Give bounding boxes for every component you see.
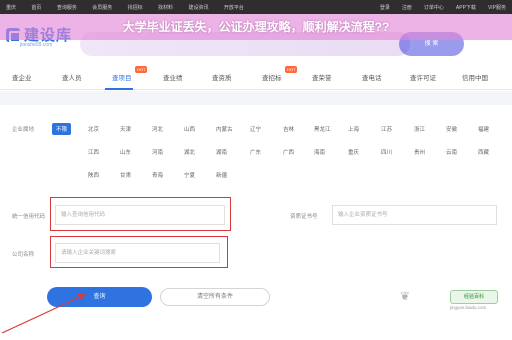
topbar-link[interactable]: 找招标 <box>128 5 143 11</box>
cert-number-label: 资质证书号 <box>290 214 318 220</box>
register-link[interactable]: 注册 <box>402 4 412 11</box>
logo-subtitle: jianshe99.com <box>20 42 53 48</box>
main-nav: 查企业 查人员 查项目 HOT 查业绩 查资质 查招标 HOT 查荣誉 查电话 … <box>0 62 512 90</box>
tab-performance[interactable]: 查业绩 <box>163 72 183 82</box>
region-option[interactable]: 新疆 <box>216 171 227 179</box>
region-option[interactable]: 湖南 <box>216 148 227 156</box>
baidu-paw-icon: ❦ <box>400 289 411 303</box>
tab-people[interactable]: 查人员 <box>62 72 82 82</box>
watermark-url: jingyan.baidu.com <box>450 305 487 310</box>
cert-number-input[interactable]: 输入企业资质证书号 <box>332 205 497 225</box>
region-option[interactable]: 四川 <box>381 148 392 156</box>
company-name-label: 公司名称 <box>12 252 35 258</box>
region-option[interactable]: 云南 <box>446 148 457 156</box>
region-label: 企业属地 <box>12 127 35 133</box>
search-submit-button[interactable]: 查询 <box>47 287 152 307</box>
clear-filters-button[interactable]: 清空所有条件 <box>160 288 270 306</box>
top-bar-left: 重庆 首页 查询服务 会员服务 找招标 找材料 建设资讯 开放平台 <box>6 4 258 11</box>
tab-license[interactable]: 查许可证 <box>410 72 436 82</box>
region-option[interactable]: 重庆 <box>348 148 359 156</box>
region-option[interactable]: 福建 <box>478 125 489 133</box>
overlay-title: 大学毕业证丢失，公证办理攻略，顺利解决流程?? <box>122 20 390 34</box>
top-bar-right: 登录 注册 订单中心 APP下载 VIP服务 <box>368 0 506 14</box>
top-bar: 重庆 首页 查询服务 会员服务 找招标 找材料 建设资讯 开放平台 登录 注册 … <box>0 0 512 14</box>
hot-badge: HOT <box>135 66 148 73</box>
tab-honor[interactable]: 查荣誉 <box>312 72 332 82</box>
region-option[interactable]: 辽宁 <box>250 125 261 133</box>
region-option[interactable]: 江苏 <box>381 125 392 133</box>
highlight-box <box>50 197 231 231</box>
hot-badge: HOT <box>285 66 298 73</box>
app-download-link[interactable]: APP下载 <box>456 4 476 11</box>
region-option[interactable]: 西藏 <box>478 148 489 156</box>
topbar-link[interactable]: 会员服务 <box>92 5 112 11</box>
region-option[interactable]: 天津 <box>120 125 131 133</box>
region-option[interactable]: 安徽 <box>446 125 457 133</box>
tab-credit-china[interactable]: 信用中国 <box>462 72 488 82</box>
region-option[interactable]: 河南 <box>152 148 163 156</box>
region-option[interactable]: 广西 <box>283 148 294 156</box>
highlight-box <box>50 236 228 268</box>
region-option[interactable]: 湖北 <box>184 148 195 156</box>
topbar-link[interactable]: 首页 <box>31 5 41 11</box>
region-option[interactable]: 海南 <box>314 148 325 156</box>
region-option[interactable]: 内蒙古 <box>216 125 233 133</box>
watermark: ❦ 经验百科 jingyan.baidu.com <box>398 288 504 310</box>
tab-tender[interactable]: 查招标 <box>262 72 282 82</box>
region-option[interactable]: 甘肃 <box>120 171 131 179</box>
order-link[interactable]: 订单中心 <box>424 4 444 11</box>
tab-company[interactable]: 查企业 <box>12 72 32 82</box>
topbar-link[interactable]: 查询服务 <box>57 5 77 11</box>
region-option[interactable]: 广东 <box>250 148 261 156</box>
region-option[interactable]: 浙江 <box>414 125 425 133</box>
section-divider <box>0 91 512 105</box>
topbar-link[interactable]: 重庆 <box>6 5 16 11</box>
tab-phone[interactable]: 查电话 <box>362 72 382 82</box>
topbar-link[interactable]: 建设资讯 <box>188 5 208 11</box>
topbar-link[interactable]: 开放平台 <box>224 5 244 11</box>
region-option[interactable]: 贵州 <box>414 148 425 156</box>
credit-code-label: 统一信用代码 <box>12 214 46 220</box>
watermark-badge: 经验百科 <box>450 290 498 304</box>
tab-qualification[interactable]: 查资质 <box>212 72 232 82</box>
region-option[interactable]: 江西 <box>88 148 99 156</box>
region-option[interactable]: 山西 <box>184 125 195 133</box>
tab-projects[interactable]: 查项目 <box>112 72 132 82</box>
topbar-link[interactable]: 找材料 <box>158 5 173 11</box>
region-option[interactable]: 吉林 <box>283 125 294 133</box>
region-option[interactable]: 河北 <box>152 125 163 133</box>
region-option[interactable]: 黑龙江 <box>314 125 331 133</box>
region-option[interactable]: 陕西 <box>88 171 99 179</box>
region-option[interactable]: 青海 <box>152 171 163 179</box>
region-option[interactable]: 北京 <box>88 125 99 133</box>
login-link[interactable]: 登录 <box>380 4 390 11</box>
active-tab-indicator <box>105 88 133 90</box>
region-option[interactable]: 山东 <box>120 148 131 156</box>
region-option-any[interactable]: 不限 <box>52 123 72 135</box>
region-option[interactable]: 上海 <box>348 125 359 133</box>
vip-link[interactable]: VIP服务 <box>488 4 506 11</box>
region-option[interactable]: 宁夏 <box>184 171 195 179</box>
